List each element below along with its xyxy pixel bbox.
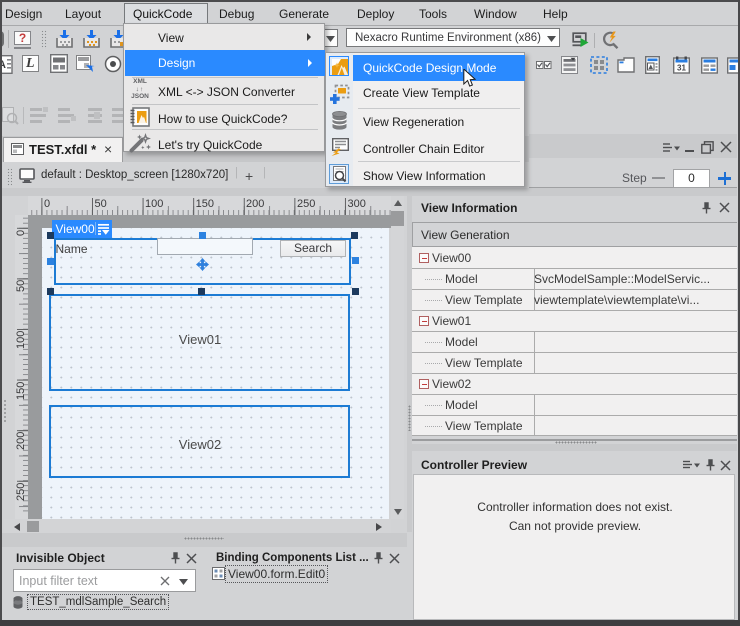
svg-text:31: 31 bbox=[677, 64, 686, 73]
